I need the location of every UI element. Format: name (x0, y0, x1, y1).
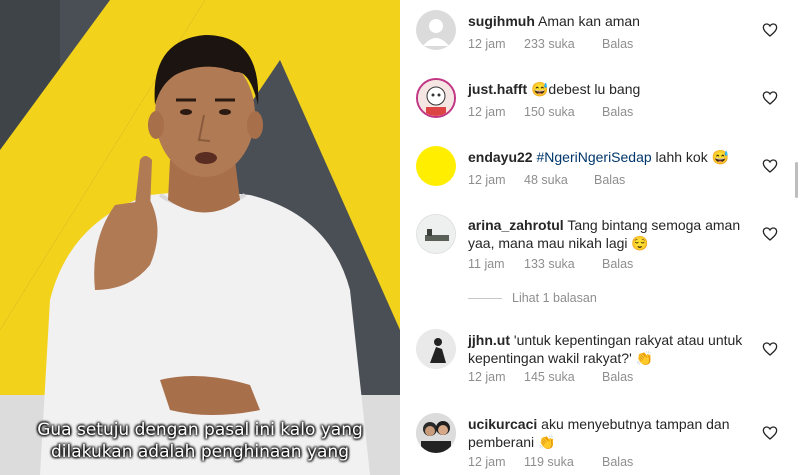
comment-likes[interactable]: 119 suka (524, 455, 602, 469)
comment-meta: 12 jam 150 suka Balas (468, 105, 633, 119)
comment-time: 12 jam (468, 105, 506, 119)
comments-panel: sugihmuh Aman kan aman 12 jam 233 suka Bal… (400, 0, 800, 475)
comment-text: arina_zahrotul Tang bintang semoga aman … (468, 216, 758, 252)
comment-likes[interactable]: 133 suka (524, 257, 602, 271)
yellow-circle-avatar[interactable] (416, 146, 456, 186)
replies-divider (468, 298, 502, 300)
couple-avatar[interactable] (416, 413, 456, 453)
reply-button[interactable]: Balas (602, 37, 633, 51)
reply-button[interactable]: Balas (602, 455, 633, 469)
video-subtitle-line-2: dilakukan adalah penghinaan yang (51, 442, 349, 462)
cartoon-avatar-icon[interactable] (416, 78, 456, 118)
comment-likes[interactable]: 150 suka (524, 105, 602, 119)
comment-text: jjhn.ut 'untuk kepentingan rakyat atau u… (468, 331, 758, 367)
like-heart-icon[interactable] (762, 158, 778, 174)
comment-meta: 11 jam 133 suka Balas (468, 257, 633, 271)
comment-body: Aman kan aman (538, 13, 640, 29)
comment-body: 'untuk kepentingan rakyat atau untuk kep… (468, 332, 743, 366)
comment-text: endayu22 #NgeriNgeriSedap lahh kok 😅 (468, 148, 758, 166)
comment-meta: 12 jam 233 suka Balas (468, 37, 633, 51)
like-heart-icon[interactable] (762, 341, 778, 357)
reply-button[interactable]: Balas (602, 370, 633, 384)
comment-text: just.hafft 😅debest lu bang (468, 80, 758, 98)
reply-button[interactable]: Balas (594, 173, 625, 187)
comment-time: 12 jam (468, 37, 506, 51)
comment-meta: 12 jam 48 suka Balas (468, 173, 625, 187)
comment-time: 12 jam (468, 370, 506, 384)
silhouette-avatar[interactable] (416, 329, 456, 369)
comment-body: lahh kok 😅 (651, 149, 730, 165)
video-subtitle-line-1: Gua setuju dengan pasal ini kalo yang (37, 420, 363, 440)
comment-username[interactable]: sugihmuh (468, 13, 535, 29)
video-scene (0, 0, 400, 475)
landscape-avatar[interactable] (416, 214, 456, 254)
view-replies-link[interactable]: Lihat 1 balasan (468, 291, 597, 305)
like-heart-icon[interactable] (762, 226, 778, 242)
comment-meta: 12 jam 145 suka Balas (468, 370, 633, 384)
comment-meta: 12 jam 119 suka Balas (468, 455, 633, 469)
comment-text: sugihmuh Aman kan aman (468, 12, 758, 30)
like-heart-icon[interactable] (762, 425, 778, 441)
comment-likes[interactable]: 233 suka (524, 37, 602, 51)
reply-button[interactable]: Balas (602, 105, 633, 119)
comment-username[interactable]: endayu22 (468, 149, 533, 165)
comment-hashtag[interactable]: #NgeriNgeriSedap (536, 149, 651, 165)
comment-likes[interactable]: 48 suka (524, 173, 594, 187)
comment-username[interactable]: ucikurcaci (468, 416, 537, 432)
comment-time: 12 jam (468, 173, 506, 187)
like-heart-icon[interactable] (762, 90, 778, 106)
reply-button[interactable]: Balas (602, 257, 633, 271)
comment-username[interactable]: jjhn.ut (468, 332, 510, 348)
comment-text: ucikurcaci aku menyebutnya tampan dan pe… (468, 415, 758, 451)
comment-username[interactable]: arina_zahrotul (468, 217, 564, 233)
comment-time: 11 jam (468, 257, 505, 271)
comment-likes[interactable]: 145 suka (524, 370, 602, 384)
comment-username[interactable]: just.hafft (468, 81, 527, 97)
comment-body: 😅debest lu bang (531, 81, 641, 97)
like-heart-icon[interactable] (762, 22, 778, 38)
comment-time: 12 jam (468, 455, 506, 469)
video-frame[interactable]: Gua setuju dengan pasal ini kalo yang di… (0, 0, 400, 475)
default-avatar-icon[interactable] (416, 10, 456, 50)
view-replies-label: Lihat 1 balasan (512, 291, 597, 305)
scrollbar-thumb[interactable] (795, 162, 798, 198)
